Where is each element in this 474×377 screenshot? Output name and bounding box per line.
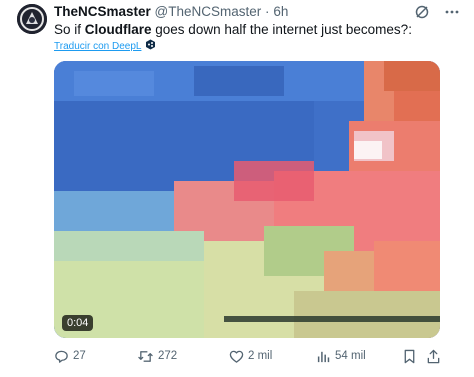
tweet-text: So if Cloudflare goes down half the inte… xyxy=(54,21,412,39)
video-player[interactable] xyxy=(54,61,440,338)
tweet-text-bold: Cloudflare xyxy=(84,22,152,37)
like-button[interactable]: 2 mil xyxy=(229,345,272,367)
reply-count: 27 xyxy=(73,350,86,362)
tweet-text-suffix: goes down half the internet just becomes… xyxy=(151,22,412,37)
reply-icon xyxy=(54,349,69,364)
tweet-text-prefix: So if xyxy=(54,22,85,37)
views-count: 54 mil xyxy=(335,350,366,362)
share-icon xyxy=(426,349,441,364)
tweet-header: TheNCSmaster @TheNCSmaster · 6h xyxy=(54,3,288,21)
reply-button[interactable]: 27 xyxy=(54,345,86,367)
video-frame xyxy=(54,61,440,338)
translate-label[interactable]: Traducir con DeepL xyxy=(54,40,141,54)
repost-count: 272 xyxy=(158,350,178,362)
more-icon[interactable] xyxy=(444,4,460,20)
repost-button[interactable]: 272 xyxy=(137,345,177,367)
handle[interactable]: @TheNCSmaster xyxy=(155,4,262,19)
repost-icon xyxy=(137,349,154,364)
deepl-badge-icon xyxy=(145,39,156,55)
like-count: 2 mil xyxy=(248,350,273,362)
grok-icon[interactable] xyxy=(414,4,430,20)
timestamp[interactable]: 6h xyxy=(273,4,288,19)
separator: · xyxy=(265,4,270,19)
share-button[interactable] xyxy=(426,345,441,367)
views-icon xyxy=(316,349,331,364)
translate-link[interactable]: Traducir con DeepL xyxy=(54,39,156,55)
bookmark-button[interactable] xyxy=(402,345,417,367)
bookmark-icon xyxy=(402,349,417,364)
views-button[interactable]: 54 mil xyxy=(316,345,366,367)
display-name[interactable]: TheNCSmaster xyxy=(54,4,151,19)
avatar[interactable] xyxy=(17,4,47,34)
like-icon xyxy=(229,349,244,364)
video-duration: 0:04 xyxy=(62,315,94,331)
tweet-actions: 27 272 2 mil 54 mil xyxy=(54,345,446,367)
tweet: TheNCSmaster @TheNCSmaster · 6h So if Cl… xyxy=(0,0,474,377)
tweet-top-actions xyxy=(414,4,460,20)
